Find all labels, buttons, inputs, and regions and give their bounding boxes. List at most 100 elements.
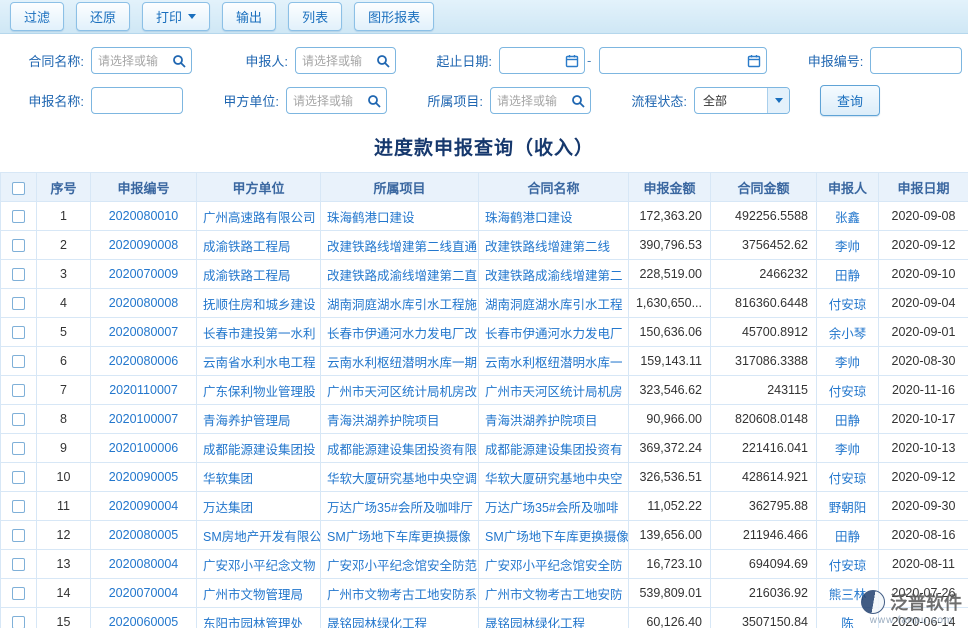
party-a-link[interactable]: 广州高速路有限公司 (197, 202, 321, 231)
party-a-link[interactable]: 广州市文物管理局 (197, 579, 321, 608)
row-checkbox[interactable] (12, 297, 25, 310)
contract-name-link[interactable]: 晟铭园林绿化工程 (479, 608, 629, 628)
contract-name-link[interactable]: 广安邓小平纪念馆安全防 (479, 550, 629, 579)
party-a-link[interactable]: 广安邓小平纪念文物 (197, 550, 321, 579)
search-icon[interactable] (170, 54, 188, 68)
project-link[interactable]: 万达广场35#会所及咖啡厅 (321, 492, 479, 521)
party-a-link[interactable]: 云南省水利水电工程 (197, 347, 321, 376)
project-link[interactable]: 珠海鹤港口建设 (321, 202, 479, 231)
declaration-number-link[interactable]: 2020090005 (91, 463, 197, 492)
contract-name-link[interactable]: 青海洪湖养护院项目 (479, 405, 629, 434)
export-button[interactable]: 输出 (222, 2, 276, 31)
project-link[interactable]: 广州市文物考古工地安防系 (321, 579, 479, 608)
party-a-link[interactable]: 华软集团 (197, 463, 321, 492)
end-date-input[interactable] (606, 48, 745, 73)
calendar-icon[interactable] (745, 54, 763, 68)
flow-status-select[interactable]: 全部 (694, 87, 790, 114)
declaration-number-link[interactable]: 2020100007 (91, 405, 197, 434)
contract-name-link[interactable]: 湖南洞庭湖水库引水工程 (479, 289, 629, 318)
project-link[interactable]: 改建铁路线增建第二线直通 (321, 231, 479, 260)
row-checkbox[interactable] (12, 587, 25, 600)
row-checkbox[interactable] (12, 413, 25, 426)
search-icon[interactable] (365, 94, 383, 108)
row-checkbox[interactable] (12, 384, 25, 397)
calendar-icon[interactable] (563, 54, 581, 68)
chevron-down-icon[interactable] (767, 88, 789, 113)
contract-name-link[interactable]: 长春市伊通河水力发电厂 (479, 318, 629, 347)
contract-name-link[interactable]: 万达广场35#会所及咖啡 (479, 492, 629, 521)
contract-name-link[interactable]: 华软大厦研究基地中央空 (479, 463, 629, 492)
contract-name-link[interactable]: 珠海鹤港口建设 (479, 202, 629, 231)
declaration-number-link[interactable]: 2020090004 (91, 492, 197, 521)
declaration-number-link[interactable]: 2020070009 (91, 260, 197, 289)
project-link[interactable]: 改建铁路成渝线增建第二直 (321, 260, 479, 289)
project-link[interactable]: SM广场地下车库更换摄像 (321, 521, 479, 550)
declaration-number-link[interactable]: 2020080005 (91, 521, 197, 550)
declaration-number-link[interactable]: 2020060005 (91, 608, 197, 628)
declare-name-input[interactable] (98, 88, 176, 113)
row-checkbox[interactable] (12, 500, 25, 513)
party-a-link[interactable]: 东阳市园林管理处 (197, 608, 321, 628)
row-checkbox[interactable] (12, 558, 25, 571)
party-a-link[interactable]: 万达集团 (197, 492, 321, 521)
search-icon[interactable] (569, 94, 587, 108)
select-all-checkbox[interactable] (12, 182, 25, 195)
filter-button[interactable]: 过滤 (10, 2, 64, 31)
row-checkbox[interactable] (12, 239, 25, 252)
row-checkbox[interactable] (12, 268, 25, 281)
declaration-number-link[interactable]: 2020080004 (91, 550, 197, 579)
contract-name-link[interactable]: 广州市天河区统计局机房 (479, 376, 629, 405)
party-a-link[interactable]: 广东保利物业管理股 (197, 376, 321, 405)
declaration-number-link[interactable]: 2020070004 (91, 579, 197, 608)
project-link[interactable]: 青海洪湖养护院项目 (321, 405, 479, 434)
party-a-link[interactable]: 青海养护管理局 (197, 405, 321, 434)
declaration-number-link[interactable]: 2020100006 (91, 434, 197, 463)
restore-button[interactable]: 还原 (76, 2, 130, 31)
contract-name-link[interactable]: 改建铁路线增建第二线 (479, 231, 629, 260)
declarant-input[interactable] (302, 48, 374, 73)
row-checkbox[interactable] (12, 616, 25, 628)
project-link[interactable]: 广州市天河区统计局机房改 (321, 376, 479, 405)
party-a-link[interactable]: SM房地产开发有限公 (197, 521, 321, 550)
party-a-input[interactable] (293, 88, 365, 113)
party-a-link[interactable]: 成都能源建设集团投 (197, 434, 321, 463)
graph-report-button[interactable]: 图形报表 (354, 2, 434, 31)
declare-number-input[interactable] (877, 48, 955, 73)
row-index: 5 (37, 318, 91, 347)
contract-name-input[interactable] (98, 48, 170, 73)
project-link[interactable]: 长春市伊通河水力发电厂改 (321, 318, 479, 347)
party-a-link[interactable]: 成渝铁路工程局 (197, 260, 321, 289)
project-link[interactable]: 广安邓小平纪念馆安全防范 (321, 550, 479, 579)
declaration-number-link[interactable]: 2020110007 (91, 376, 197, 405)
start-date-input[interactable] (506, 48, 563, 73)
contract-name-link[interactable]: 改建铁路成渝线增建第二 (479, 260, 629, 289)
list-view-button[interactable]: 列表 (288, 2, 342, 31)
query-button[interactable]: 查询 (820, 85, 880, 116)
search-icon[interactable] (374, 54, 392, 68)
contract-name-link[interactable]: 成都能源建设集团投资有 (479, 434, 629, 463)
project-link[interactable]: 云南水利枢纽潜明水库一期 (321, 347, 479, 376)
contract-name-link[interactable]: 云南水利枢纽潜明水库一 (479, 347, 629, 376)
party-a-link[interactable]: 长春市建投第一水利 (197, 318, 321, 347)
row-checkbox[interactable] (12, 355, 25, 368)
print-button[interactable]: 打印 (142, 2, 210, 31)
project-link[interactable]: 湖南洞庭湖水库引水工程施 (321, 289, 479, 318)
contract-name-link[interactable]: 广州市文物考古工地安防 (479, 579, 629, 608)
declaration-number-link[interactable]: 2020080010 (91, 202, 197, 231)
party-a-link[interactable]: 成渝铁路工程局 (197, 231, 321, 260)
row-checkbox[interactable] (12, 442, 25, 455)
row-checkbox[interactable] (12, 471, 25, 484)
declaration-number-link[interactable]: 2020080008 (91, 289, 197, 318)
project-link[interactable]: 华软大厦研究基地中央空调 (321, 463, 479, 492)
declaration-number-link[interactable]: 2020080006 (91, 347, 197, 376)
party-a-link[interactable]: 抚顺住房和城乡建设 (197, 289, 321, 318)
project-input[interactable] (497, 88, 569, 113)
row-checkbox[interactable] (12, 210, 25, 223)
declaration-number-link[interactable]: 2020080007 (91, 318, 197, 347)
project-link[interactable]: 成都能源建设集团投资有限 (321, 434, 479, 463)
row-checkbox[interactable] (12, 529, 25, 542)
contract-name-link[interactable]: SM广场地下车库更换摄像 (479, 521, 629, 550)
row-checkbox[interactable] (12, 326, 25, 339)
declaration-number-link[interactable]: 2020090008 (91, 231, 197, 260)
project-link[interactable]: 晟铭园林绿化工程 (321, 608, 479, 628)
